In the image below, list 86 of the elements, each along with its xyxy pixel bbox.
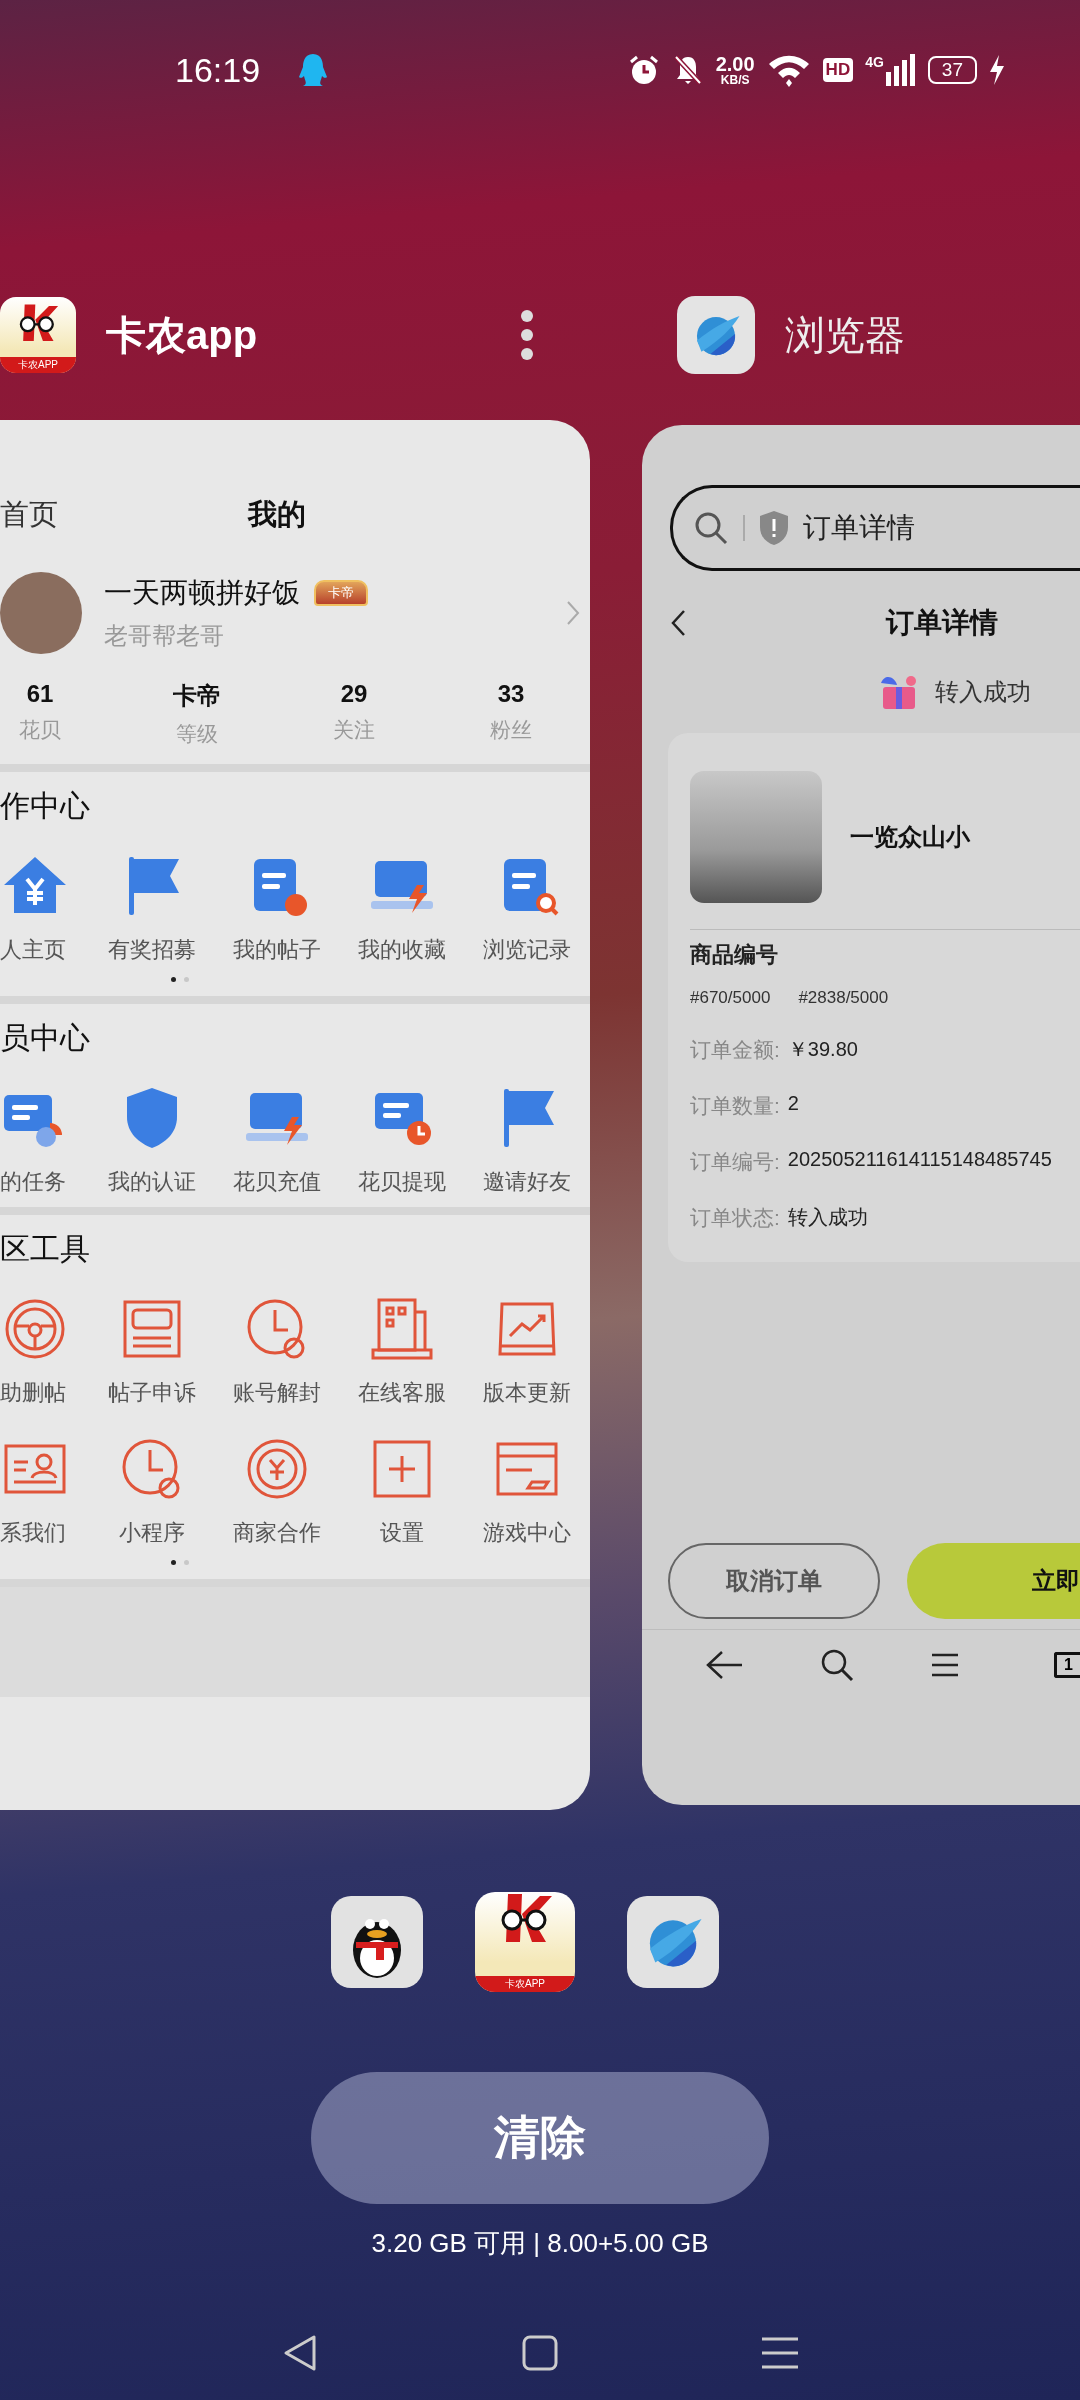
menu-item[interactable]: 设置 [347,1434,457,1548]
search-icon [693,510,729,546]
tab-count-button[interactable]: 1 [1054,1652,1080,1678]
battery-level: 37 [927,56,977,84]
field-label: 订单状态: [690,1205,780,1231]
primary-button[interactable]: 立即 [907,1543,1080,1619]
app-preview-card[interactable]: 订单详情 订单详情 转入成功 一览众山小 商品编号 #670/5000 #2838/5000 订单金额: ￥39.80 订单数量: 2 订单编号: 202505211614115148485745 订单状态: 转入成功 取消订单 立即 1 [642,425,1080,1805]
app-icon-label: 卡农APP [475,1976,575,1992]
hd-badge: HD [822,58,854,82]
tab[interactable]: 首页 [0,495,58,535]
section-title: 区工具 [0,1232,90,1265]
penguin-icon [298,53,329,87]
tab[interactable]: 我的 [248,495,306,535]
app-icon[interactable]: 卡农APP [475,1892,575,1992]
stat-value: 卡帝 [173,681,221,711]
field-heading: 商品编号 [690,941,779,969]
menu-item[interactable]: 花贝提现 [347,1083,457,1197]
back-icon[interactable] [670,609,686,637]
shield-icon [759,510,789,546]
penguin-app-icon[interactable] [331,1896,423,1988]
charging-icon [989,55,1005,85]
stat-label: 粉丝 [490,717,532,743]
app-title: 卡农app [106,311,258,359]
menu-item[interactable]: 助删帖 [0,1294,82,1408]
bell-off-icon [671,54,704,86]
menu-item[interactable]: 有奖招募 [97,851,207,965]
field-value: 202505211614115148485745 [787,1148,1052,1172]
browser-app-icon[interactable] [677,296,755,374]
search-icon[interactable] [819,1647,855,1683]
menu-item[interactable]: 我的收藏 [347,851,457,965]
menu-item[interactable]: 邀请好友 [472,1083,582,1197]
network-type: 4G [865,54,884,70]
app-icon[interactable]: 卡农APP [0,297,76,373]
more-icon[interactable] [519,309,535,361]
menu-item[interactable]: 游戏中心 [472,1434,582,1548]
user-subtitle: 老哥帮老哥 [104,621,225,651]
address-bar[interactable]: 订单详情 [670,485,1080,571]
clock-time: 16:19 [175,50,261,90]
menu-item[interactable]: 账号解封 [222,1294,332,1408]
menu-item[interactable]: 商家合作 [222,1434,332,1548]
menu-item[interactable]: 在线客服 [347,1294,457,1408]
menu-item[interactable]: 我的帖子 [222,851,332,965]
app-icon-label: 卡农APP [0,357,76,373]
user-name: 一天两顿拼好饭 [104,576,300,610]
memory-info: 3.20 GB 可用 | 8.00+5.00 GB [370,2227,710,2260]
menu-item[interactable]: 浏览记录 [472,851,582,965]
alarm-icon [627,54,660,86]
section-title: 作中心 [0,789,90,822]
field-value: ￥39.80 [787,1037,858,1062]
cancel-button[interactable]: 取消订单 [668,1543,880,1619]
menu-item[interactable]: 系我们 [0,1434,82,1548]
speed-unit: KB/S [720,74,750,86]
menu-item[interactable]: 花贝充值 [222,1083,332,1197]
menu-item[interactable]: 我的认证 [97,1083,207,1197]
field-label: 订单编号: [690,1149,780,1175]
field-value: 转入成功 [787,1205,868,1230]
browser-app-icon[interactable] [627,1896,719,1988]
page-title: 订单详情 [886,606,998,640]
stat-label: 关注 [333,717,375,743]
section-title: 员中心 [0,1021,90,1054]
app-title: 浏览器 [785,311,905,359]
network-speed: 2.00 [715,54,755,74]
order-status: 转入成功 [935,677,1031,707]
menu-item[interactable]: 人主页 [0,851,82,965]
stat-value: 61 [26,680,54,708]
menu-item[interactable]: 的任务 [0,1083,82,1197]
product-name: 一览众山小 [850,822,970,852]
menu-item[interactable]: 版本更新 [472,1294,582,1408]
menu-icon[interactable] [930,1652,960,1678]
stat-label: 等级 [176,721,218,747]
field-label: 订单金额: [690,1037,780,1063]
stat-value: 29 [340,680,368,708]
signal-icon [885,54,916,86]
level-badge: 卡帝 [314,580,368,606]
field-label: 订单数量: [690,1093,780,1119]
field-value: 2 [787,1092,799,1116]
clear-button[interactable]: 清除 [311,2072,769,2204]
stat-label: 花贝 [19,717,61,743]
menu-item[interactable]: 帖子申诉 [97,1294,207,1408]
stat-value: 33 [497,680,525,708]
home-icon[interactable] [520,2333,560,2373]
menu-item[interactable]: 小程序 [97,1434,207,1548]
product-code: #2838/5000 [798,988,889,1008]
back-arrow-icon[interactable] [704,1649,744,1681]
product-code: #670/5000 [690,988,771,1008]
app-preview-card[interactable]: 首页 我的 一天两顿拼好饭 卡帝 老哥帮老哥 61 花贝 卡帝 等级 29 关注 33 粉丝 作中心 人主页 有奖招募 我的帖子 我的收藏 浏览记录 员中心 的任务 我的认证 花贝充值 花贝提现 邀请好友 区工具 助删帖 帖子申诉 账号解封 在线客服 版本更新 系我们 小程序 商家合作 设置 游戏中心 [0,420,590,1810]
